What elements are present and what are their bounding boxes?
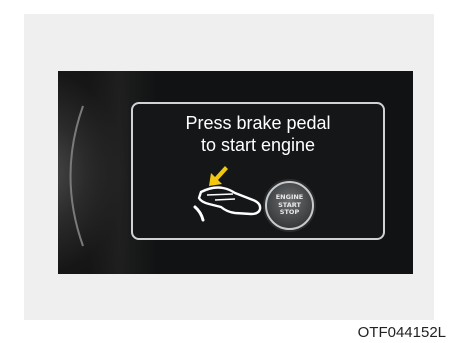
gauge-arc — [69, 105, 84, 247]
message-line-2: to start engine — [200, 135, 316, 155]
engine-start-stop-button-icon: ENGINE START STOP — [265, 181, 314, 230]
button-label-line-3: STOP — [279, 208, 300, 216]
foot-on-pedal-icon — [193, 166, 262, 222]
figure-code: OTF044152L — [357, 324, 446, 341]
message-text: Press brake pedal to start engine — [133, 112, 383, 156]
button-label: ENGINE START STOP — [267, 193, 312, 217]
message-line-1: Press brake pedal — [185, 113, 331, 133]
